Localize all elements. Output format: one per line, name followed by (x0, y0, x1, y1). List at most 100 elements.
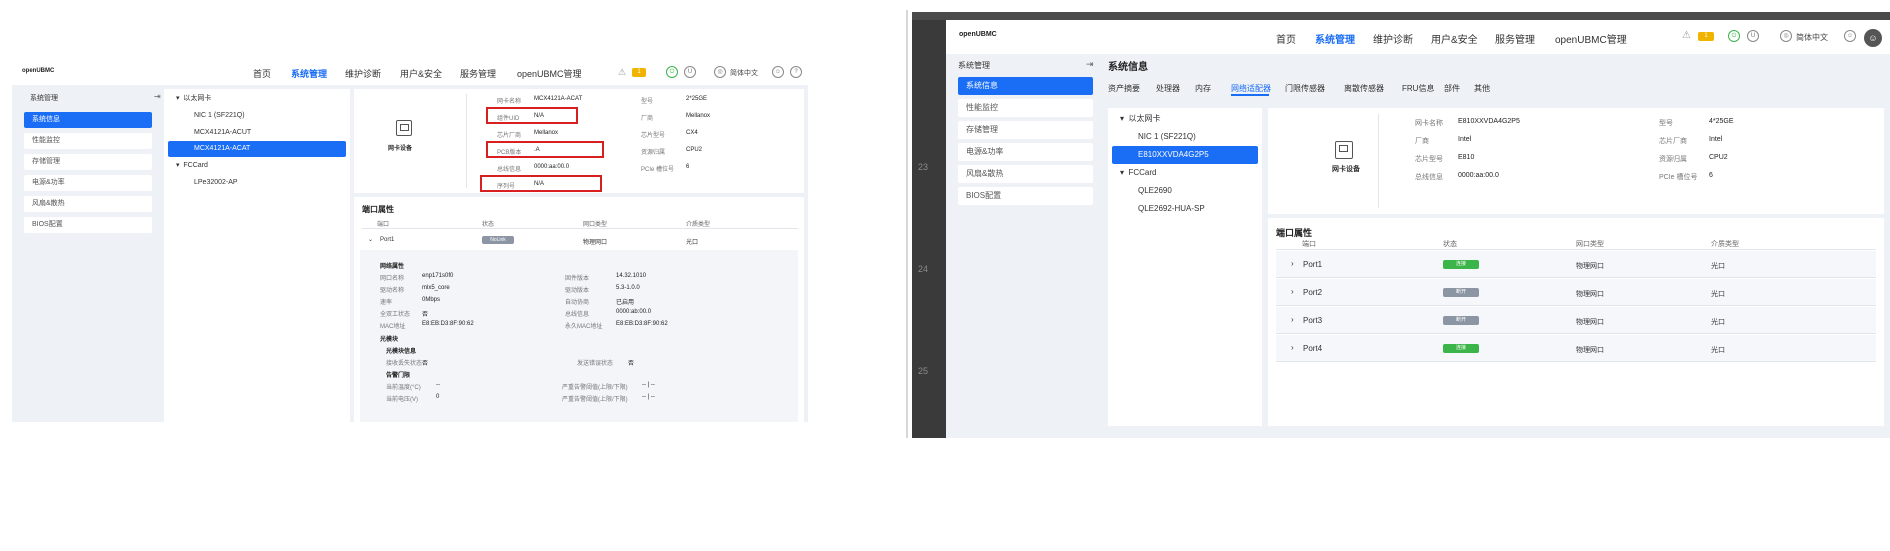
gutter-number: 24 (918, 264, 929, 274)
status-badge: NoLink (482, 236, 514, 244)
resource-owner-value: CPU2 (1709, 154, 1728, 161)
nav-maintenance[interactable]: 维护诊断 (1373, 31, 1413, 46)
sidebar-item-system-info[interactable]: 系统信息 (24, 112, 152, 128)
model-value: 4*25GE (1709, 118, 1734, 125)
nav-maintenance[interactable]: 维护诊断 (345, 67, 381, 80)
tree-item-nic1[interactable]: NIC 1 (SF221Q) (194, 108, 245, 124)
optical-module-title: 光模块 (380, 337, 399, 343)
field-label: 网卡名称 (497, 99, 522, 105)
nav-user-security[interactable]: 用户&安全 (400, 67, 442, 80)
ub-icon[interactable]: U (1747, 30, 1759, 42)
sidebar-item-performance[interactable]: 性能监控 (958, 99, 1093, 117)
tab-asset-summary[interactable]: 资产摘要 (1108, 83, 1140, 94)
chevron-right-icon[interactable]: › (1291, 315, 1294, 324)
power-icon[interactable]: ⏻ (666, 66, 678, 78)
tree-item-mcx-acat[interactable]: MCX4121A-ACAT (168, 141, 346, 157)
help-icon[interactable]: ? (790, 66, 802, 78)
language-selector[interactable]: 简体中文 (730, 68, 758, 78)
field-label: 接收丢失状态 (386, 361, 423, 367)
tree-group-ethernet[interactable]: ▾ 以太网卡 (1120, 111, 1160, 127)
sidebar-item-power[interactable]: 电源&功率 (958, 143, 1093, 161)
tab-threshold-sensor[interactable]: 门限传感器 (1285, 83, 1325, 94)
sidebar-item-storage[interactable]: 存储管理 (958, 121, 1093, 139)
port-name[interactable]: Port3 (1303, 316, 1322, 325)
tree-group-ethernet[interactable]: ▾ 以太网卡 (176, 91, 211, 107)
field-label: 资源归属 (641, 150, 666, 156)
brand-logo: openUBMC (959, 31, 997, 38)
port-media: 光口 (1711, 347, 1725, 354)
tab-memory[interactable]: 内存 (1195, 83, 1211, 94)
nav-user-security[interactable]: 用户&安全 (1431, 31, 1478, 46)
ub-icon[interactable]: U (684, 66, 696, 78)
port-media: 光口 (1711, 291, 1725, 298)
chevron-right-icon[interactable]: › (1291, 259, 1294, 268)
collapse-icon[interactable]: ⇥ (154, 92, 161, 101)
port-name[interactable]: Port1 (1303, 260, 1322, 269)
nav-home[interactable]: 首页 (253, 67, 271, 80)
port-name[interactable]: Port2 (1303, 288, 1322, 297)
alarm-icon[interactable]: ⚠ (618, 67, 626, 78)
nav-system-management[interactable]: 系统管理 (1315, 31, 1355, 46)
column-header: 介质类型 (686, 222, 711, 228)
tab-others[interactable]: 其他 (1474, 83, 1490, 94)
left-screenshot: openUBMC 首页 系统管理 维护诊断 用户&安全 服务管理 openUBM… (12, 64, 808, 422)
net-props-title: 网络属性 (380, 264, 405, 270)
sidebar-item-power[interactable]: 电源&功率 (24, 175, 152, 191)
field-label: 厂商 (641, 116, 654, 122)
nav-home[interactable]: 首页 (1276, 31, 1296, 46)
field-value: 否 (422, 312, 429, 318)
expand-chevron-icon[interactable]: ⌄ (368, 236, 373, 243)
tree-item-mcx-acut[interactable]: MCX4121A-ACUT (194, 125, 251, 141)
alarm-icon[interactable]: ⚠ (1682, 30, 1691, 41)
nic-card-icon (1335, 141, 1353, 159)
chevron-right-icon[interactable]: › (1291, 343, 1294, 352)
sidebar-item-fan[interactable]: 风扇&散热 (24, 196, 152, 212)
power-icon[interactable]: ⏻ (1728, 30, 1740, 42)
field-value: 14.32.1010 (616, 273, 647, 279)
tree-item-lpe[interactable]: LPe32002-AP (194, 175, 238, 191)
port-name[interactable]: Port4 (1303, 344, 1322, 353)
field-label: 总线信息 (497, 167, 522, 173)
language-selector[interactable]: 简体中文 (1796, 32, 1828, 43)
avatar[interactable]: ☺ (1864, 29, 1882, 47)
field-label: 芯片厂商 (1659, 138, 1687, 145)
sidebar-item-fan[interactable]: 风扇&散热 (958, 165, 1093, 183)
alarm-badge: 1 (632, 68, 646, 77)
field-label: 当前电压(V) (386, 397, 418, 403)
sidebar-item-performance[interactable]: 性能监控 (24, 133, 152, 149)
tab-fru-info[interactable]: FRU信息 (1402, 83, 1434, 94)
nav-openubmc-management[interactable]: openUBMC管理 (1555, 31, 1627, 46)
tab-processor[interactable]: 处理器 (1156, 83, 1180, 94)
language-icon[interactable]: ◎ (1780, 30, 1792, 42)
nic-name-value: E810XXVDA4G2P5 (1458, 118, 1520, 125)
tree-item-e810[interactable]: E810XXVDA4G2P5 (1112, 146, 1258, 164)
tree-item-qle2692[interactable]: QLE2692-HUA-SP (1138, 201, 1205, 217)
port1-name[interactable]: Port1 (380, 237, 394, 243)
tree-item-qle2690[interactable]: QLE2690 (1138, 183, 1172, 199)
nav-system-management[interactable]: 系统管理 (291, 67, 327, 80)
field-value: E8:EB:D3:8F:90:62 (616, 321, 668, 327)
column-header: 网口类型 (583, 222, 608, 228)
sidebar-item-bios[interactable]: BIOS配置 (958, 187, 1093, 205)
nav-service-management[interactable]: 服务管理 (460, 67, 496, 80)
tree-group-fccard[interactable]: ▾ FCCard (1120, 165, 1156, 181)
port-type: 物理网口 (1576, 263, 1604, 270)
chevron-right-icon[interactable]: › (1291, 287, 1294, 296)
tab-network-adapter[interactable]: 网络适配器 (1231, 83, 1271, 94)
sidebar-item-system-info[interactable]: 系统信息 (958, 77, 1093, 95)
tab-parts[interactable]: 部件 (1444, 83, 1460, 94)
field-label: 网口名称 (380, 276, 405, 282)
tab-discrete-sensor[interactable]: 离散传感器 (1344, 83, 1384, 94)
sidebar-item-bios[interactable]: BIOS配置 (24, 217, 152, 233)
tree-item-nic1[interactable]: NIC 1 (SF221Q) (1138, 129, 1196, 145)
user-icon[interactable]: ☺ (772, 66, 784, 78)
nav-service-management[interactable]: 服务管理 (1495, 31, 1535, 46)
nav-openubmc-management[interactable]: openUBMC管理 (517, 67, 582, 80)
tree-group-fccard[interactable]: ▾ FCCard (176, 158, 208, 174)
collapse-icon[interactable]: ⇥ (1086, 59, 1094, 70)
user-icon[interactable]: ☺ (1844, 30, 1856, 42)
language-icon[interactable]: ◎ (714, 66, 726, 78)
port-section-title: 端口属性 (1276, 228, 1313, 238)
field-label: 网卡名称 (1415, 120, 1443, 127)
sidebar-item-storage[interactable]: 存储管理 (24, 154, 152, 170)
